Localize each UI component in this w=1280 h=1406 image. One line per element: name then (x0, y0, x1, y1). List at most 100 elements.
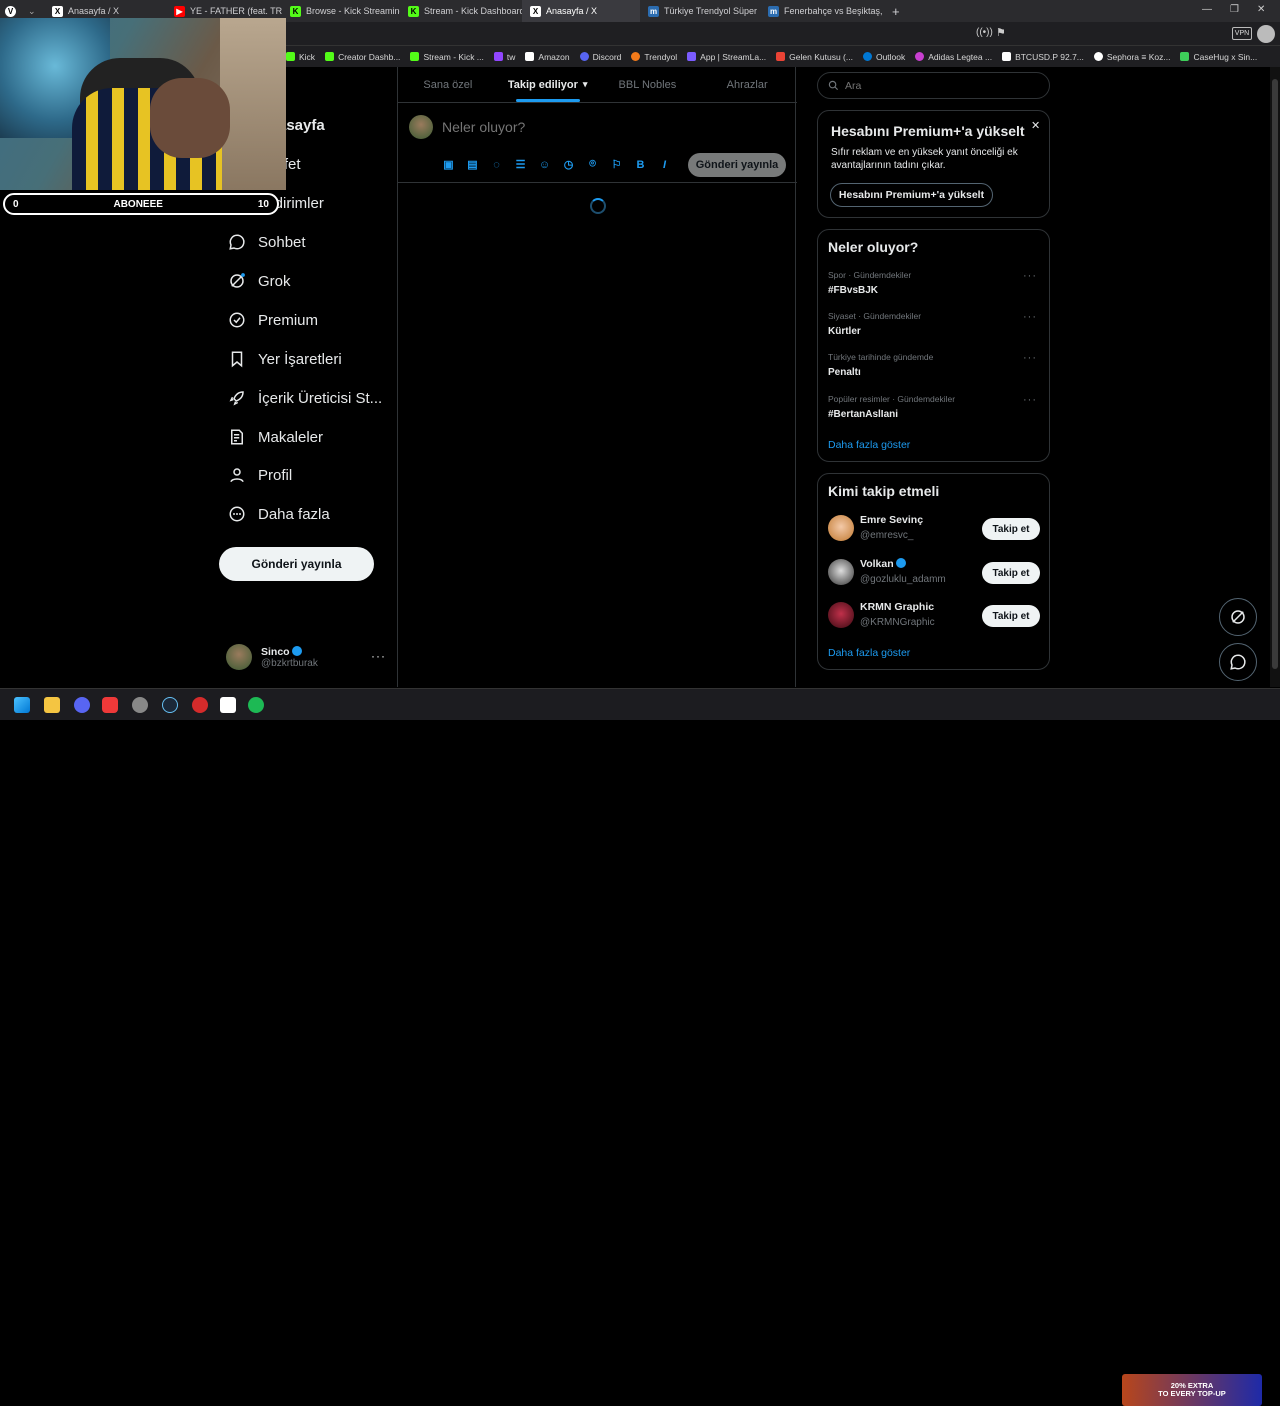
avatar (828, 559, 854, 585)
grok-fab[interactable] (1219, 598, 1257, 636)
nav-item-bookmarks[interactable]: Yer İşaretleri (228, 350, 342, 368)
tab-ahrazlar[interactable]: Ahrazlar (697, 67, 797, 102)
discord-icon[interactable] (74, 697, 90, 713)
bookmark-item[interactable]: Trendyol (631, 52, 677, 62)
restore-icon[interactable]: ❐ (1230, 4, 1239, 15)
bookmark-item[interactable]: Creator Dashb... (325, 52, 400, 62)
obs-icon[interactable] (132, 697, 148, 713)
more-icon[interactable]: ··· (1023, 311, 1037, 323)
premium-upgrade-button[interactable]: Hesabını Premium+'a yükselt (830, 183, 993, 207)
nav-item-profile[interactable]: Profil (228, 466, 292, 484)
bookmark-item[interactable]: Discord (579, 52, 621, 62)
browser-tab[interactable]: m Fenerbahçe vs Beşiktaş, 05. (760, 0, 884, 22)
nav-item-articles[interactable]: Makaleler (228, 428, 323, 446)
account-more-icon[interactable]: ··· (371, 649, 386, 663)
tab-label: YE - FATHER (feat. TRAVIS S (190, 6, 282, 16)
browser-tab[interactable]: m Türkiye Trendyol Süper Lig (640, 0, 760, 22)
close-icon[interactable]: ✕ (1031, 119, 1040, 132)
avatar (226, 644, 252, 670)
bookmark-item[interactable]: Outlook (862, 52, 905, 62)
composer-input[interactable] (442, 117, 762, 137)
follow-suggestion[interactable]: Emre Sevinç @emresvc_ Takip et (828, 514, 1040, 548)
bookmark-item[interactable]: CaseHug x Sin... (1180, 52, 1257, 62)
browser-tab[interactable]: K Browse - Kick Streaming (282, 0, 400, 22)
premium-title: Hesabını Premium+'a yükselt (831, 123, 1025, 139)
browser-tab-active[interactable]: X Anasayfa / X (522, 0, 640, 22)
file-explorer-icon[interactable] (44, 697, 60, 713)
vpn-badge[interactable]: VPN (1232, 27, 1252, 40)
tab-bbl-nobles[interactable]: BBL Nobles (598, 67, 698, 102)
nav-item-more[interactable]: Daha fazla (228, 505, 330, 523)
nav-item-creator-studio[interactable]: İçerik Üreticisi St... (228, 389, 382, 407)
more-icon[interactable]: ··· (1023, 394, 1037, 406)
bookmark-item[interactable]: Kick (286, 52, 315, 62)
capcut-icon[interactable] (220, 697, 236, 713)
main-feed: Sana özel Takip ediliyor ▾ BBL Nobles Ahr… (397, 67, 797, 687)
trends-show-more-link[interactable]: Daha fazla göster (828, 439, 910, 451)
gif-icon[interactable]: ▤ (466, 158, 479, 171)
nav-item-chat[interactable]: Sohbet (228, 233, 306, 251)
bookmark-item[interactable]: Adidas Legtea ... (915, 52, 992, 62)
grok-icon (230, 273, 245, 288)
account-switcher[interactable]: Sinco @bzkrtburak (226, 644, 318, 670)
follow-show-more-link[interactable]: Daha fazla göster (828, 647, 910, 659)
bookmark-item[interactable]: App | StreamLa... (687, 52, 766, 62)
nav-item-premium[interactable]: Premium (228, 311, 318, 329)
follow-button[interactable]: Takip et (982, 605, 1040, 627)
emoji-icon[interactable]: ☺ (538, 158, 551, 171)
italic-icon[interactable]: I (658, 158, 671, 171)
follow-suggestion[interactable]: KRMN Graphic @KRMNGraphic Takip et (828, 601, 1040, 635)
trend-item[interactable]: Popüler resimler · Gündemdekiler #BertanA… (828, 394, 955, 420)
image-icon[interactable]: ▣ (442, 158, 455, 171)
new-tab-button[interactable]: + (884, 0, 908, 22)
tab-for-you[interactable]: Sana özel (398, 67, 498, 102)
follow-button[interactable]: Takip et (982, 518, 1040, 540)
bookmark-icon (231, 351, 243, 368)
spotify-icon[interactable] (248, 697, 264, 713)
messages-fab[interactable] (1219, 643, 1257, 681)
tab-following[interactable]: Takip ediliyor ▾ (498, 67, 598, 102)
close-icon[interactable]: ✕ (1257, 4, 1265, 15)
bookmark-label: Adidas Legtea ... (928, 51, 993, 62)
minimize-icon[interactable]: — (1202, 4, 1212, 15)
post-button[interactable]: Gönderi yayınla (219, 547, 374, 581)
bookmark-page-icon[interactable]: ⚑ (996, 26, 1006, 39)
riot-icon[interactable] (192, 697, 208, 713)
publish-button[interactable]: Gönderi yayınla (688, 153, 786, 177)
more-icon[interactable]: ··· (1023, 270, 1037, 282)
nav-label: Makaleler (258, 428, 324, 446)
windows-start-icon[interactable] (14, 697, 30, 713)
schedule-icon[interactable]: ◷ (562, 158, 575, 171)
scrollbar-thumb[interactable] (1272, 79, 1278, 669)
broadcast-icon[interactable]: ((•)) (976, 27, 993, 38)
flag-icon[interactable]: ⚐ (610, 158, 623, 171)
vivaldi-icon[interactable] (102, 697, 118, 713)
bookmark-item[interactable]: BTCUSD.P 92.7... (1002, 52, 1084, 62)
trend-item[interactable]: Siyaset · Gündemdekiler Kürtler (828, 311, 921, 337)
bookmark-item[interactable]: Sephora ≡ Koz... (1093, 52, 1170, 62)
bookmark-label: Trendyol (644, 51, 678, 62)
more-icon[interactable]: ··· (1023, 352, 1037, 364)
bookmark-item[interactable]: Gelen Kutusu (... (776, 52, 853, 62)
poll-icon[interactable]: ☰ (514, 158, 527, 171)
bookmark-item[interactable]: Amazon (525, 52, 570, 62)
page-scrollbar[interactable] (1270, 67, 1280, 687)
promo-line2: TO EVERY TOP-UP (1158, 1389, 1226, 1398)
grok-tool-icon[interactable]: ◌ (490, 158, 503, 171)
search-input[interactable] (845, 79, 1025, 92)
bookmark-item[interactable]: tw (493, 52, 515, 62)
search-box[interactable] (817, 72, 1050, 99)
profile-avatar[interactable] (1257, 25, 1275, 43)
nav-item-grok[interactable]: Grok (228, 272, 291, 290)
promo-banner[interactable]: 20% EXTRA TO EVERY TOP-UP (1122, 1374, 1262, 1406)
bold-icon[interactable]: B (634, 158, 647, 171)
follow-button[interactable]: Takip et (982, 562, 1040, 584)
bookmark-item[interactable]: Stream - Kick ... (410, 52, 484, 62)
grok-icon (1231, 610, 1245, 624)
steam-icon[interactable] (162, 697, 178, 713)
location-icon[interactable]: ⌾ (586, 158, 599, 171)
trend-item[interactable]: Spor · Gündemdekiler #FBvsBJK (828, 270, 911, 296)
browser-tab[interactable]: K Stream - Kick Dashboard (400, 0, 522, 22)
trend-item[interactable]: Türkiye tarihinde gündemde Penaltı (828, 352, 933, 378)
follow-suggestion[interactable]: Volkan @gozluklu_adamm Takip et (828, 558, 1040, 592)
